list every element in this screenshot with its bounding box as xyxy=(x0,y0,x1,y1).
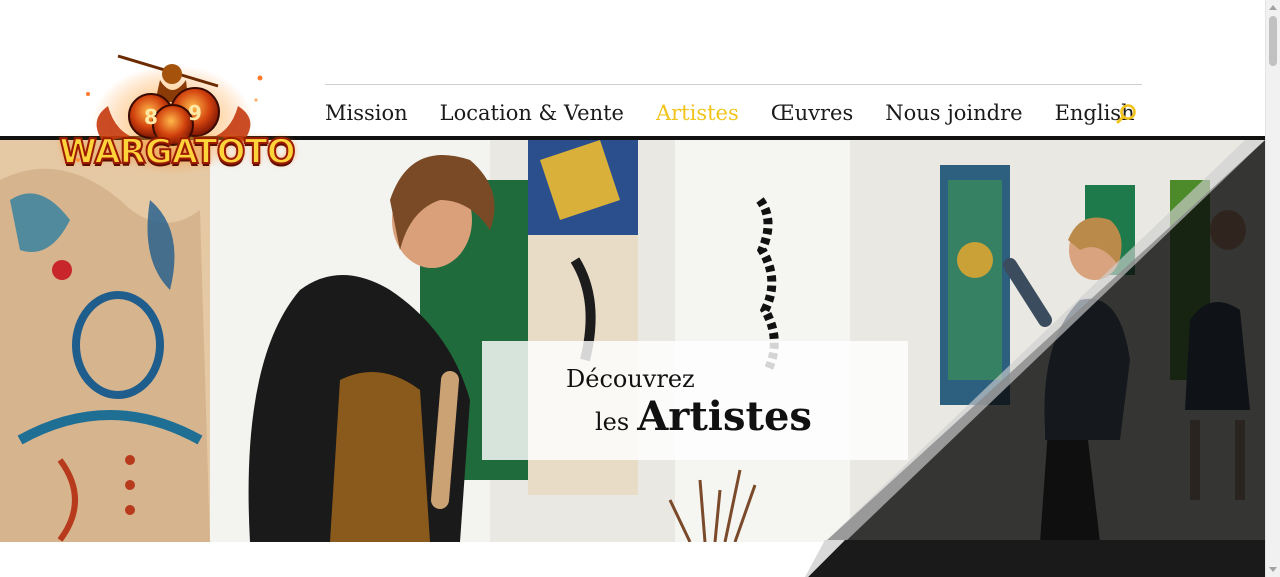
nav-item-artistes[interactable]: Artistes xyxy=(656,101,739,125)
hero-heading-big: Artistes xyxy=(637,393,812,440)
nav-item-nous-joindre[interactable]: Nous joindre xyxy=(885,101,1022,125)
scroll-up-arrow-icon[interactable] xyxy=(1269,5,1277,10)
hero-heading-line1: Découvrez xyxy=(566,365,695,393)
site-logo[interactable]: 8 9 WARGATOTO xyxy=(48,50,300,190)
scroll-down-arrow-icon[interactable] xyxy=(1269,567,1277,572)
hero-banner: Découvrez les Artistes xyxy=(0,140,1265,542)
nav-item-mission[interactable]: Mission xyxy=(325,101,408,125)
main-nav: Mission Location & Vente Artistes Œuvres… xyxy=(325,96,1167,130)
svg-text:9: 9 xyxy=(188,101,202,125)
hero-heading-small: les xyxy=(595,408,630,436)
scrollbar-thumb[interactable] xyxy=(1269,16,1277,66)
logo-wordmark: WARGATOTO xyxy=(58,131,296,173)
hero-diagonal-accent xyxy=(805,540,1265,577)
search-icon[interactable] xyxy=(1115,102,1139,126)
nav-item-oeuvres[interactable]: Œuvres xyxy=(771,101,854,125)
hero-caption-card[interactable]: Découvrez les Artistes xyxy=(482,341,908,460)
page-scrollbar[interactable] xyxy=(1265,0,1280,577)
nav-divider xyxy=(325,84,1142,85)
nav-item-location-vente[interactable]: Location & Vente xyxy=(440,101,624,125)
hero-heading-line2: les Artistes xyxy=(595,393,812,440)
svg-text:8: 8 xyxy=(144,105,158,129)
